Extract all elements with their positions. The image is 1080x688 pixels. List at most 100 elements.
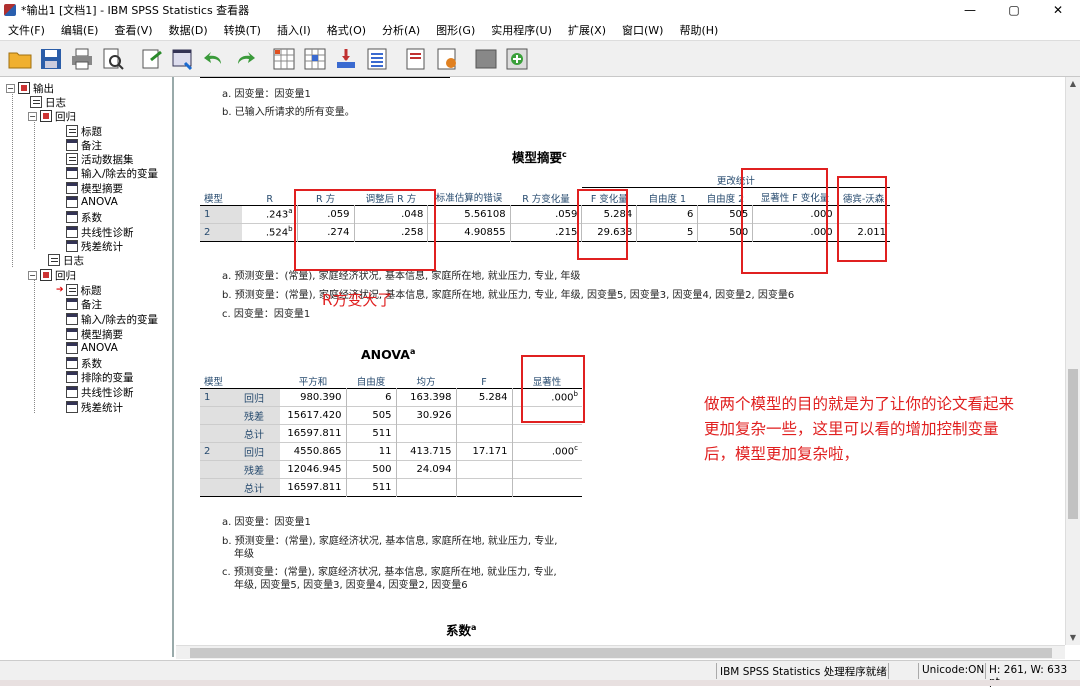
- scroll-down-icon[interactable]: ▼: [1066, 631, 1080, 645]
- output-content-pane[interactable]: a. 因变量：因变量1 b. 已输入所请求的所有变量。 模型摘要c 更改统计 模…: [176, 77, 1065, 645]
- select-cases-button[interactable]: [363, 45, 391, 73]
- annotation-paragraph-line1: 做两个模型的目的就是为了让你的论文看起来: [704, 395, 1015, 413]
- menu-transform[interactable]: 转换(T): [216, 22, 269, 38]
- tree-r1-anova[interactable]: ANOVA: [66, 195, 118, 209]
- table-icon: [66, 211, 78, 223]
- show-hide-button[interactable]: [472, 45, 500, 73]
- table-icon: [66, 313, 78, 325]
- collapse-icon[interactable]: −: [6, 83, 15, 93]
- horizontal-scrollbar[interactable]: [176, 645, 1065, 659]
- scroll-thumb[interactable]: [190, 648, 1052, 658]
- tree-r2-title[interactable]: ➔ 标题: [56, 283, 102, 297]
- variables-button[interactable]: [332, 45, 360, 73]
- footnote: 年级: [234, 549, 254, 560]
- menu-format[interactable]: 格式(O): [319, 22, 374, 38]
- goto-data-button[interactable]: [270, 45, 298, 73]
- scroll-thumb[interactable]: [1068, 369, 1078, 519]
- gray-box-icon: [475, 49, 497, 68]
- notes-table-icon: [66, 298, 78, 310]
- plus-icon: [506, 48, 528, 69]
- anova-title: ANOVAa: [361, 347, 416, 363]
- tree-r2-variables[interactable]: 输入/除去的变量: [66, 312, 158, 326]
- table-icon: [66, 182, 78, 194]
- tree-r2-residuals[interactable]: 残差统计: [66, 400, 123, 414]
- menu-insert[interactable]: 插入(I): [269, 22, 319, 38]
- menu-extensions[interactable]: 扩展(X): [560, 22, 614, 38]
- redo-icon: [238, 51, 255, 64]
- scroll-up-icon[interactable]: ▲: [1066, 77, 1080, 91]
- tree-r1-title[interactable]: 标题: [66, 124, 102, 138]
- designate-window-button[interactable]: [503, 45, 531, 73]
- table-icon: [66, 226, 78, 238]
- menu-graphs[interactable]: 图形(G): [428, 22, 483, 38]
- print-preview-button[interactable]: [99, 45, 127, 73]
- menu-edit[interactable]: 编辑(E): [53, 22, 107, 38]
- title-icon: [66, 125, 78, 137]
- vertical-scrollbar[interactable]: ▲ ▼: [1065, 77, 1080, 645]
- tree-r2-collinearity[interactable]: 共线性诊断: [66, 385, 134, 399]
- undo-button[interactable]: [200, 45, 228, 73]
- table-row: 2 回归 4550.865 11 413.715 17.171 .000c: [200, 442, 582, 460]
- tree-r1-collinearity[interactable]: 共线性诊断: [66, 225, 134, 239]
- status-bar: IBM SPSS Statistics 处理程序就绪 Unicode:ON H:…: [0, 660, 1080, 688]
- collapse-icon[interactable]: −: [28, 111, 37, 121]
- recall-dialog-button[interactable]: [169, 45, 197, 73]
- insert-text-button[interactable]: [433, 45, 461, 73]
- print-button[interactable]: [68, 45, 96, 73]
- table-row: 残差 12046.945 500 24.094: [200, 460, 582, 478]
- menu-window[interactable]: 窗口(W): [614, 22, 671, 38]
- annotation-box-r2: [294, 189, 436, 271]
- menu-analyze[interactable]: 分析(A): [374, 22, 428, 38]
- tree-regression-2[interactable]: − 回归: [28, 268, 76, 282]
- footnote: b. 已输入所请求的所有变量。: [222, 107, 355, 118]
- redo-button[interactable]: [231, 45, 259, 73]
- save-button[interactable]: [37, 45, 65, 73]
- table-icon: [66, 342, 78, 354]
- menu-file[interactable]: 文件(F): [0, 22, 53, 38]
- maximize-button[interactable]: ▢: [992, 0, 1036, 20]
- tree-r1-active-dataset[interactable]: 活动数据集: [66, 152, 134, 166]
- tree-r2-coefficients[interactable]: 系数: [66, 356, 102, 370]
- tree-root-output[interactable]: − 输出: [6, 81, 54, 95]
- variables-icon: [337, 48, 355, 68]
- goto-case-button[interactable]: [301, 45, 329, 73]
- menu-view[interactable]: 查看(V): [106, 22, 160, 38]
- footnote: c. 因变量：因变量1: [222, 309, 311, 320]
- collapse-icon[interactable]: −: [28, 270, 37, 280]
- tree-r1-coefficients[interactable]: 系数: [66, 210, 102, 224]
- footnote: a. 因变量：因变量1: [222, 89, 311, 100]
- table-icon: [66, 328, 78, 340]
- output-book-icon: [18, 82, 30, 94]
- open-folder-button[interactable]: [6, 45, 34, 73]
- tree-r2-model-summary[interactable]: 模型摘要: [66, 327, 123, 341]
- tree-r1-notes[interactable]: 备注: [66, 138, 102, 152]
- tree-r1-residuals[interactable]: 残差统计: [66, 239, 123, 253]
- tree-regression-1[interactable]: − 回归: [28, 109, 76, 123]
- menu-help[interactable]: 帮助(H): [671, 22, 726, 38]
- footnote: a. 因变量：因变量1: [222, 517, 311, 528]
- close-button[interactable]: ✕: [1036, 0, 1080, 20]
- insert-heading-button[interactable]: [402, 45, 430, 73]
- processor-status: IBM SPSS Statistics 处理程序就绪: [720, 666, 887, 678]
- tree-r1-variables[interactable]: 输入/除去的变量: [66, 166, 158, 180]
- table-icon: [66, 386, 78, 398]
- regression-book-icon: [40, 269, 52, 281]
- tree-r2-notes[interactable]: 备注: [66, 297, 102, 311]
- tree-log-1[interactable]: 日志: [30, 95, 66, 109]
- dataset-icon: [66, 153, 78, 165]
- tree-r2-anova[interactable]: ANOVA: [66, 341, 118, 355]
- tree-r1-model-summary[interactable]: 模型摘要: [66, 181, 123, 195]
- table-icon: [66, 401, 78, 413]
- tree-r2-excluded[interactable]: 排除的变量: [66, 370, 134, 384]
- table-icon: [66, 357, 78, 369]
- printer-icon: [72, 48, 92, 69]
- minimize-button[interactable]: —: [948, 0, 992, 20]
- annotation-r2-note: R方变大了: [322, 291, 393, 309]
- menu-utilities[interactable]: 实用程序(U): [483, 22, 560, 38]
- table-row: 总计 16597.811 511: [200, 424, 582, 442]
- outline-pane[interactable]: − 输出 日志 − 回归 标题 备注 活动数据集 输入/除去的变量 模型摘要 ANO…: [0, 77, 174, 657]
- export-button[interactable]: [138, 45, 166, 73]
- log-icon: [48, 254, 60, 266]
- tree-log-2[interactable]: 日志: [48, 253, 84, 267]
- menu-data[interactable]: 数据(D): [161, 22, 216, 38]
